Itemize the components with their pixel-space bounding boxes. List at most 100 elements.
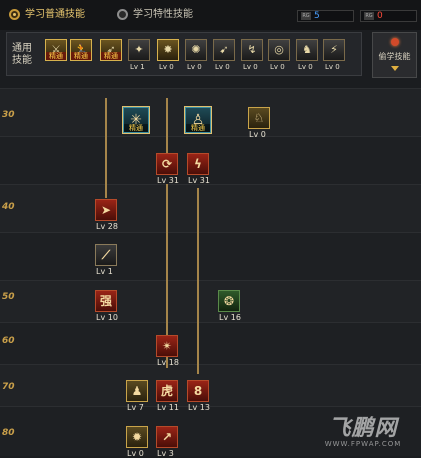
skill-level: Lv 1: [96, 267, 113, 276]
mastery-caption: 精通: [186, 124, 210, 132]
skill-slot[interactable]: ➤: [95, 199, 117, 221]
common-skill-level: Lv 0: [187, 63, 202, 71]
skill-slot[interactable]: ✴: [156, 335, 178, 357]
row-band: [0, 184, 421, 233]
skill-level: Lv 11: [157, 403, 179, 412]
skill-level: Lv 7: [127, 403, 144, 412]
ring-icon: 8: [193, 384, 203, 398]
common-skill-slot[interactable]: ⚡: [323, 39, 345, 61]
steal-skill-button[interactable]: 偷学技能: [372, 32, 417, 78]
mastery-caption: 精通: [71, 52, 91, 60]
sp-value: 5: [314, 11, 320, 21]
skill-slot[interactable]: ↗: [156, 426, 178, 448]
level-label: 40: [2, 202, 15, 212]
common-skills-label: 通用技能: [12, 43, 32, 66]
skill-slot[interactable]: ✳ 精通: [123, 107, 149, 133]
skill-slot[interactable]: ❂: [218, 290, 240, 312]
skill-slot[interactable]: ⟳: [156, 153, 178, 175]
level-label: 30: [2, 110, 15, 120]
skill-slot[interactable]: ♙ 精通: [185, 107, 211, 133]
skill-slot[interactable]: ✹: [126, 426, 148, 448]
dragon-head-icon: ♘: [253, 111, 265, 125]
common-skill-level: Lv 0: [159, 63, 174, 71]
skill-slot[interactable]: 虎: [156, 380, 178, 402]
wings-icon: ✦: [134, 43, 144, 56]
warrior-icon: ♟: [131, 384, 143, 398]
steal-skill-icon: [391, 38, 399, 46]
tab-learn-trait-skills[interactable]: 学习特性技能: [133, 9, 193, 21]
skill-connector: [105, 98, 107, 198]
skill-slot[interactable]: ϟ: [187, 153, 209, 175]
chevron-down-icon: [391, 66, 399, 71]
skill-level: Lv 16: [219, 313, 241, 322]
common-skill-slot[interactable]: ↯: [241, 39, 263, 61]
green-spirit-icon: ❂: [223, 294, 235, 308]
strong-char-icon: 强: [99, 294, 112, 308]
sp-tag: RG: [301, 12, 311, 20]
row-band: [0, 136, 421, 185]
site-watermark: 飞鹏网 WWW.FPWAP.COM: [305, 410, 421, 456]
skill-level: Lv 10: [96, 313, 118, 322]
tab-radio-trait[interactable]: [117, 9, 128, 20]
sp-counter-blue: RG 5: [297, 10, 354, 22]
level-label: 80: [2, 428, 15, 438]
common-skill-slot[interactable]: 🏃 精通: [70, 39, 92, 61]
skill-level: Lv 13: [188, 403, 210, 412]
tab-learn-normal-skills[interactable]: 学习普通技能: [25, 9, 85, 21]
burst-icon: ✹: [131, 430, 143, 444]
common-skill-slot[interactable]: ➶ 精通: [100, 39, 122, 61]
common-skill-level: Lv 0: [298, 63, 313, 71]
common-skill-level: Lv 0: [243, 63, 258, 71]
common-skill-slot[interactable]: ⚔ 精通: [45, 39, 67, 61]
tiger-char-icon: 虎: [160, 384, 173, 398]
mastery-caption: 精通: [46, 52, 66, 60]
tab-radio-normal[interactable]: [9, 9, 20, 20]
fighter-icon: ♞: [302, 43, 312, 56]
skill-level: Lv 0: [127, 449, 144, 458]
common-skill-level: Lv 0: [325, 63, 340, 71]
skill-tree: 30 40 50 60 70 80: [0, 88, 421, 456]
row-band: [0, 232, 421, 281]
spiral-fist-icon: ϟ: [194, 157, 202, 171]
skill-level: Lv 31: [188, 176, 210, 185]
mastery-caption: 精通: [124, 124, 148, 132]
skill-slot[interactable]: ♟: [126, 380, 148, 402]
skill-slot[interactable]: 强: [95, 290, 117, 312]
common-skill-slot[interactable]: ♞: [296, 39, 318, 61]
row-band: [0, 322, 421, 365]
watermark-url: WWW.FPWAP.COM: [324, 440, 402, 448]
row-band: [0, 280, 421, 323]
level-label: 50: [2, 292, 15, 302]
steal-skill-label: 偷学技能: [378, 52, 411, 61]
common-skill-slot[interactable]: ◎: [268, 39, 290, 61]
sp-counter-red: RG 0: [360, 10, 417, 22]
kick-icon: ↯: [247, 43, 257, 56]
tp-tag: RG: [364, 12, 374, 20]
common-skill-level: Lv 1: [130, 63, 145, 71]
skill-slot[interactable]: ⟋: [95, 244, 117, 266]
slash-icon: ⟋: [101, 248, 111, 262]
skill-slot[interactable]: ♘: [248, 107, 270, 129]
strike-icon: ⚡: [330, 43, 338, 56]
watermark-logo-text: 飞鹏网: [328, 416, 398, 441]
skill-level: Lv 3: [157, 449, 174, 458]
green-orb-icon: ✺: [191, 43, 201, 56]
skill-level: Lv 31: [157, 176, 179, 185]
level-label: 60: [2, 336, 15, 346]
target-icon: ◎: [274, 43, 284, 56]
common-skill-slot[interactable]: ✦: [128, 39, 150, 61]
common-skill-slot[interactable]: ➹: [213, 39, 235, 61]
fan-blade-icon: ✴: [161, 339, 173, 353]
skill-connector: [166, 98, 168, 158]
mastery-caption: 精通: [101, 52, 121, 60]
star-burst-icon: ✸: [163, 43, 173, 56]
common-skill-slot[interactable]: ✺: [185, 39, 207, 61]
common-skill-slot[interactable]: ✸: [157, 39, 179, 61]
top-tab-bar: 学习普通技能 学习特性技能 RG 5 RG 0: [0, 0, 421, 30]
skill-slot[interactable]: 8: [187, 380, 209, 402]
row-band: [0, 364, 421, 407]
dash-icon: ➹: [219, 43, 229, 56]
skill-level: Lv 28: [96, 222, 118, 231]
common-skill-level: Lv 0: [215, 63, 230, 71]
common-skill-level: Lv 0: [270, 63, 285, 71]
